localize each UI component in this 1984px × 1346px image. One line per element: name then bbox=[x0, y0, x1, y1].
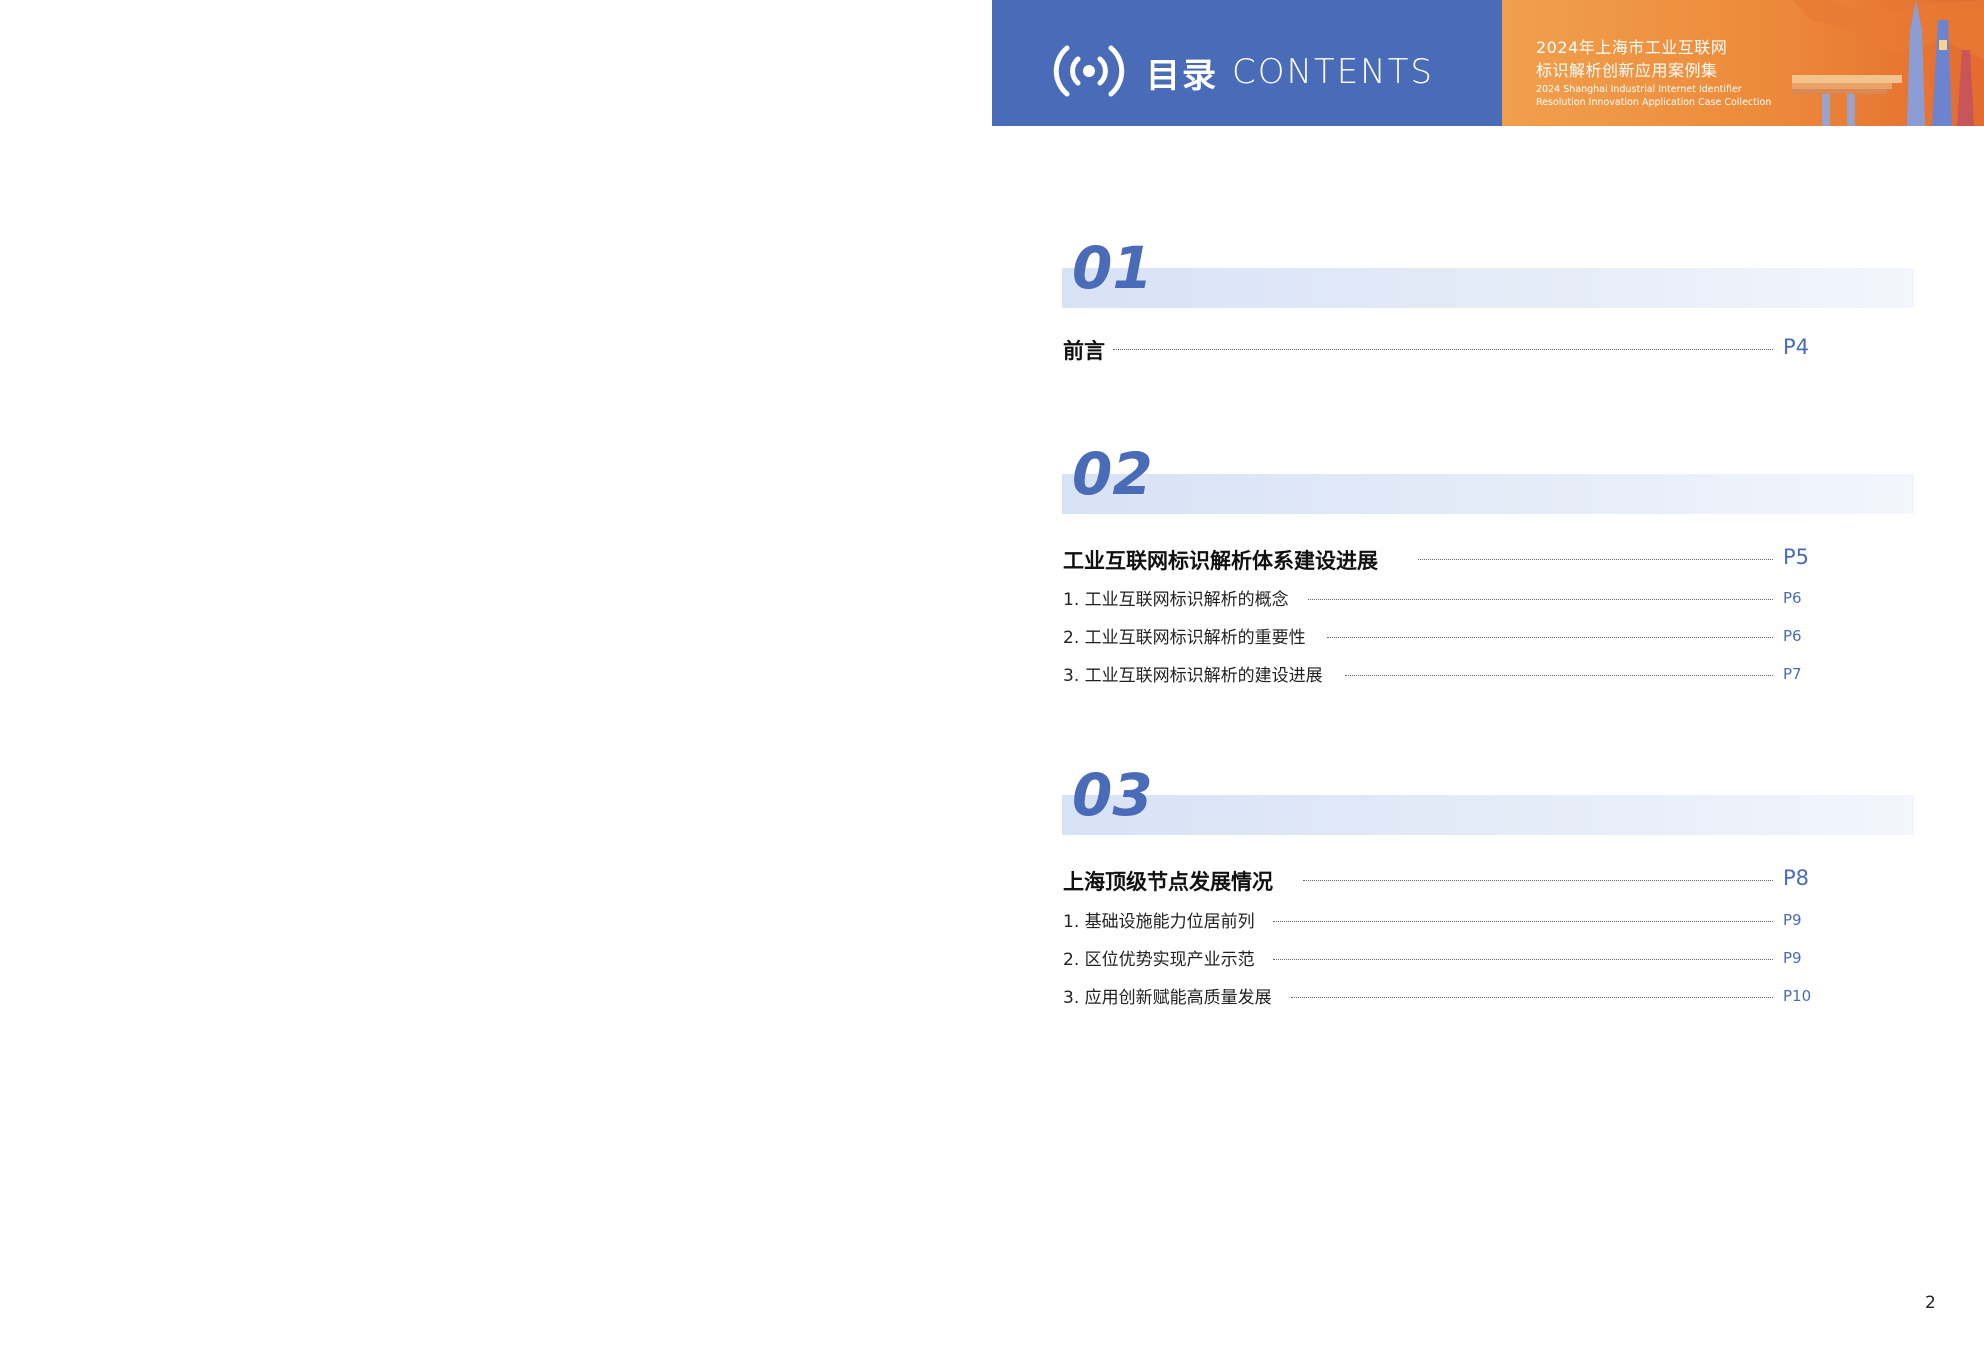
toc-subitem-label: 3. 工业互联网标识解析的建设进展 bbox=[1063, 661, 1329, 686]
section-03-number: 03 bbox=[1072, 761, 1153, 829]
page-number: 2 bbox=[1925, 1293, 1936, 1313]
banner-title-line2: 标识解析创新应用案例集 bbox=[1536, 61, 1718, 80]
leader-dots bbox=[1273, 959, 1773, 960]
banner-subtitle-line2: Resolution Innovation Application Case C… bbox=[1536, 97, 1772, 108]
toc-item-page: P8 bbox=[1783, 866, 1810, 890]
toc-subitem-construction[interactable]: 3. 工业互联网标识解析的建设进展 P7 bbox=[1063, 661, 1811, 689]
header-title-panel: 目录 CONTENTS bbox=[992, 0, 1502, 126]
toc-subitem-location[interactable]: 2. 区位优势实现产业示范 P9 bbox=[1063, 945, 1811, 973]
section-03-band bbox=[1062, 795, 1914, 835]
toc-subitem-page: P6 bbox=[1783, 589, 1802, 607]
book-title-banner: 2024年上海市工业互联网 标识解析创新应用案例集 2024 Shanghai … bbox=[1502, 0, 1984, 126]
toc-subitem-page: P7 bbox=[1783, 665, 1802, 683]
toc-item-label: 上海顶级节点发展情况 bbox=[1063, 866, 1279, 896]
toc-item-label: 工业互联网标识解析体系建设进展 bbox=[1063, 545, 1384, 575]
toc-subitem-label: 2. 区位优势实现产业示范 bbox=[1063, 945, 1261, 970]
toc-subitem-page: P6 bbox=[1783, 627, 1802, 645]
contents-header: 目录 CONTENTS 2024年上海市工业互联网 标识解析创新应用案例集 20… bbox=[992, 0, 1984, 126]
banner-title-line1: 2024年上海市工业互联网 bbox=[1536, 38, 1728, 57]
leader-dots bbox=[1303, 880, 1773, 881]
leader-dots bbox=[1345, 675, 1773, 676]
toc-item-progress[interactable]: 工业互联网标识解析体系建设进展 P5 bbox=[1063, 545, 1811, 575]
toc-subitem-innovation[interactable]: 3. 应用创新赋能高质量发展 P10 bbox=[1063, 983, 1811, 1011]
section-02-number: 02 bbox=[1072, 440, 1153, 508]
toc-item-preface[interactable]: 前言 P4 bbox=[1063, 335, 1811, 365]
toc-item-shanghai-node[interactable]: 上海顶级节点发展情况 P8 bbox=[1063, 866, 1811, 896]
toc-subitem-concept[interactable]: 1. 工业互联网标识解析的概念 P6 bbox=[1063, 585, 1811, 613]
shanghai-skyline-illustration bbox=[1792, 0, 1984, 126]
toc-subitem-label: 3. 应用创新赋能高质量发展 bbox=[1063, 983, 1278, 1008]
leader-dots bbox=[1308, 599, 1773, 600]
toc-subitem-label: 2. 工业互联网标识解析的重要性 bbox=[1063, 623, 1312, 648]
toc-item-page: P5 bbox=[1783, 545, 1810, 569]
toc-subitem-label: 1. 工业互联网标识解析的概念 bbox=[1063, 585, 1295, 610]
toc-item-page: P4 bbox=[1783, 335, 1810, 359]
section-01-band bbox=[1062, 268, 1914, 308]
toc-subitem-infrastructure[interactable]: 1. 基础设施能力位居前列 P9 bbox=[1063, 907, 1811, 935]
section-01-number: 01 bbox=[1072, 234, 1153, 302]
broadcast-signal-icon bbox=[1053, 45, 1125, 97]
leader-dots bbox=[1113, 349, 1773, 350]
toc-item-label: 前言 bbox=[1063, 335, 1111, 365]
toc-subitem-importance[interactable]: 2. 工业互联网标识解析的重要性 P6 bbox=[1063, 623, 1811, 651]
banner-subtitle-line1: 2024 Shanghai Industrial Internet Identi… bbox=[1536, 84, 1742, 95]
leader-dots bbox=[1291, 997, 1773, 998]
toc-subitem-label: 1. 基础设施能力位居前列 bbox=[1063, 907, 1261, 932]
section-02-band bbox=[1062, 474, 1914, 514]
toc-subitem-page: P9 bbox=[1783, 911, 1802, 929]
toc-subitem-page: P10 bbox=[1783, 987, 1812, 1005]
leader-dots bbox=[1327, 637, 1773, 638]
leader-dots bbox=[1418, 559, 1773, 560]
leader-dots bbox=[1273, 921, 1773, 922]
contents-title-en: CONTENTS bbox=[1232, 52, 1434, 92]
contents-title-cn: 目录 bbox=[1146, 56, 1218, 96]
toc-subitem-page: P9 bbox=[1783, 949, 1802, 967]
